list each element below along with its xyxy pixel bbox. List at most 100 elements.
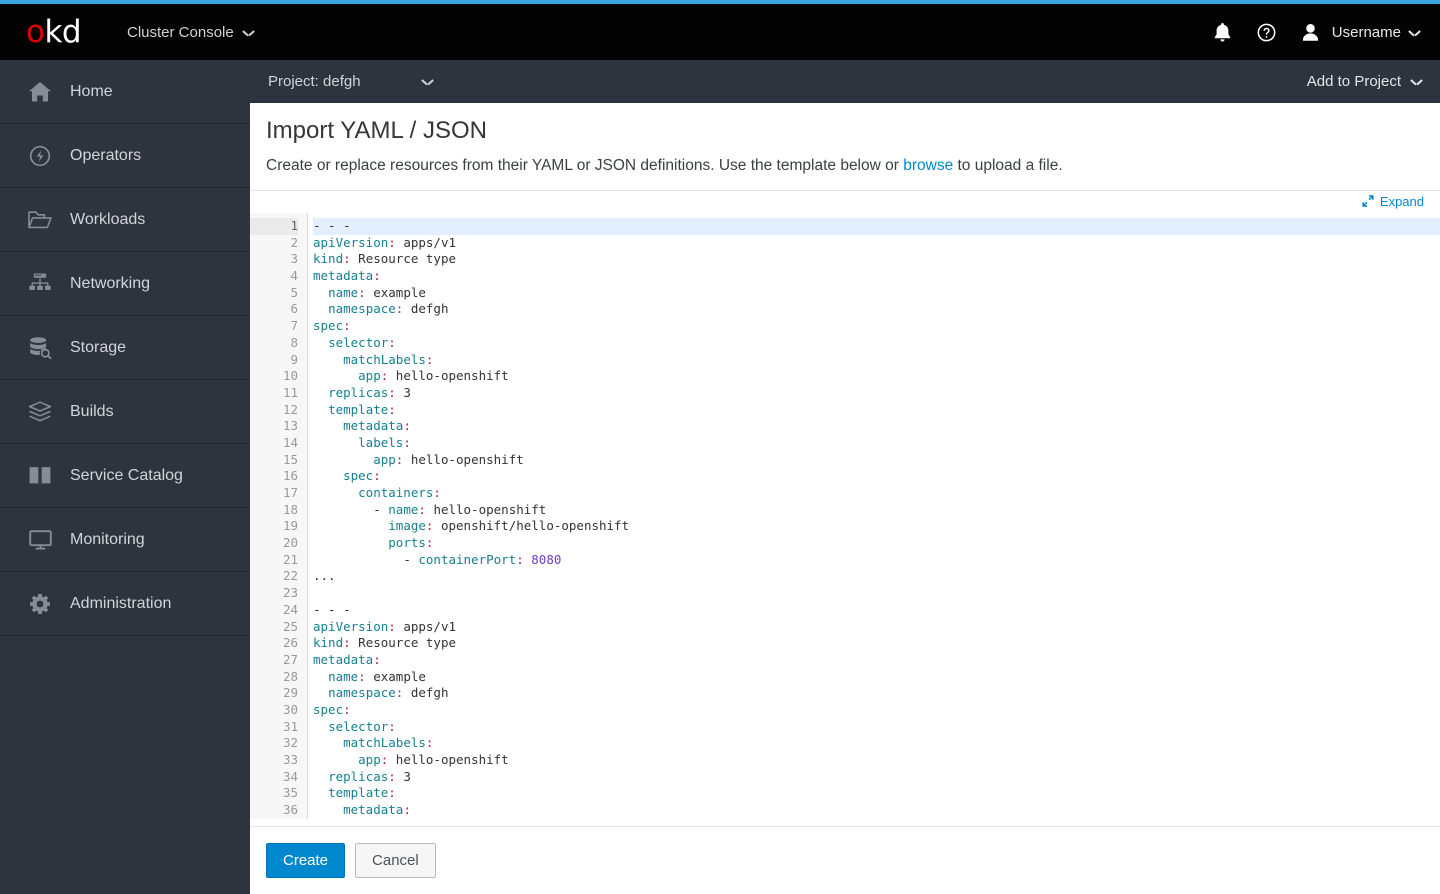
- line-number: 9: [290, 351, 298, 367]
- help-circle-icon[interactable]: [1256, 21, 1278, 43]
- code-line: spec:: [313, 701, 351, 717]
- folder-icon: [25, 207, 55, 233]
- code-line: replicas: 3: [328, 768, 411, 784]
- chevron-down-icon: [1409, 29, 1420, 36]
- line-number: 6: [290, 301, 298, 317]
- line-number: 7: [290, 318, 298, 334]
- sidebar-item-home[interactable]: Home: [0, 60, 250, 124]
- line-number: 8: [290, 334, 298, 350]
- chevron-down-icon: [422, 78, 433, 85]
- console-switcher-label: Cluster Console: [127, 23, 234, 41]
- line-number: 12: [282, 401, 298, 417]
- sidebar-item-label: Networking: [70, 274, 151, 292]
- user-menu[interactable]: Username: [1300, 21, 1420, 43]
- project-selector[interactable]: Project: defgh: [268, 73, 443, 90]
- sidebar-item-builds[interactable]: Builds: [0, 380, 250, 444]
- sidebar-item-networking[interactable]: Networking: [0, 252, 250, 316]
- description-text-after: to upload a file.: [953, 156, 1063, 174]
- line-number: 18: [282, 501, 298, 517]
- line-number: 29: [282, 685, 298, 701]
- sidebar-item-label: Operators: [70, 146, 142, 164]
- sidebar-item-label: Storage: [70, 338, 127, 356]
- add-to-project-label: Add to Project: [1306, 73, 1401, 90]
- expand-arrows-icon: [1362, 195, 1374, 208]
- code-line: template:: [328, 401, 396, 417]
- line-number: 27: [282, 651, 298, 667]
- code-line: app: hello-openshift: [358, 752, 509, 767]
- database-search-icon: [25, 335, 55, 361]
- gear-icon: [25, 591, 55, 617]
- code-line: - - -: [313, 218, 1440, 235]
- sidebar-item-administration[interactable]: Administration: [0, 572, 250, 636]
- chevron-down-icon: [1411, 78, 1422, 85]
- editor-code-area[interactable]: - - - apiVersion: apps/v1 kind: Resource t…: [308, 213, 1440, 819]
- browse-link[interactable]: browse: [903, 157, 953, 174]
- line-number: 26: [282, 635, 298, 651]
- line-number: 36: [282, 802, 298, 818]
- sidebar-item-storage[interactable]: Storage: [0, 316, 250, 380]
- logo-letters-kd: kd: [44, 13, 82, 50]
- chevron-down-icon: [243, 29, 254, 36]
- code-line: - - -: [313, 601, 351, 617]
- create-button[interactable]: Create: [266, 843, 346, 878]
- masthead-actions: Username: [1212, 21, 1420, 43]
- add-to-project-menu[interactable]: Add to Project: [1307, 73, 1422, 90]
- line-number: 5: [290, 284, 298, 300]
- code-line: template:: [328, 785, 396, 801]
- description-text-before: Create or replace resources from their Y…: [266, 156, 904, 174]
- code-line: ...: [313, 568, 336, 584]
- yaml-editor[interactable]: 1 2 3 4 5 6 7 8 9 10 11 12 13 14 15 16 17 18 19 20 21 22 23 24 2…: [250, 212, 1440, 826]
- code-line: namespace: defgh: [328, 685, 449, 701]
- line-number: 1: [250, 218, 298, 235]
- panel-header: Import YAML / JSON Create or replace res…: [250, 103, 1440, 190]
- project-selector-label: Project: defgh: [268, 73, 361, 90]
- sidebar-item-monitoring[interactable]: Monitoring: [0, 508, 250, 572]
- code-line: containers:: [358, 485, 441, 500]
- console-switcher[interactable]: Cluster Console: [127, 24, 254, 41]
- page-title: Import YAML / JSON: [266, 117, 487, 144]
- code-line: metadata:: [343, 418, 411, 434]
- code-line: matchLabels:: [343, 351, 434, 367]
- line-number: 32: [282, 735, 298, 751]
- line-number: 16: [282, 468, 298, 484]
- line-number: 4: [290, 268, 298, 284]
- code-line: - containerPort: 8080: [403, 551, 562, 567]
- panel-footer: Create Cancel: [250, 826, 1440, 894]
- code-line: - name: hello-openshift: [373, 501, 547, 517]
- code-line: labels:: [358, 434, 411, 450]
- network-icon: [25, 271, 55, 297]
- sidebar-item-service-catalog[interactable]: Service Catalog: [0, 444, 250, 508]
- cancel-button[interactable]: Cancel: [355, 843, 436, 878]
- line-number: 13: [282, 418, 298, 434]
- sidebar-nav: Home Operators Workloads Networking Stor…: [0, 60, 250, 894]
- line-number: 14: [282, 434, 298, 450]
- sidebar-item-operators[interactable]: Operators: [0, 124, 250, 188]
- code-line: app: hello-openshift: [373, 451, 524, 467]
- import-yaml-panel: Import YAML / JSON Create or replace res…: [250, 103, 1440, 894]
- code-line: name: example: [328, 284, 426, 300]
- sidebar-item-workloads[interactable]: Workloads: [0, 188, 250, 252]
- monitor-icon: [25, 527, 55, 553]
- line-number: 20: [282, 535, 298, 551]
- line-number: 23: [282, 585, 298, 601]
- line-number: 21: [282, 551, 298, 567]
- console-page: okd Cluster Console Username Home Operat…: [0, 0, 1440, 894]
- layers-icon: [25, 399, 55, 425]
- line-number: 2: [290, 234, 298, 250]
- bell-icon[interactable]: [1212, 21, 1234, 43]
- line-number: 24: [282, 601, 298, 617]
- sidebar-item-label: Home: [70, 82, 113, 100]
- sidebar-item-label: Service Catalog: [70, 466, 183, 484]
- operators-icon: [25, 143, 55, 169]
- code-line: kind: Resource type: [313, 635, 457, 651]
- okd-logo[interactable]: okd: [26, 13, 100, 50]
- top-accent-bar: [0, 0, 1440, 4]
- line-number: 10: [282, 368, 298, 384]
- code-line: namespace: defgh: [328, 301, 449, 317]
- line-number: 31: [282, 718, 298, 734]
- line-number: 33: [282, 752, 298, 767]
- expand-editor-button[interactable]: Expand: [1362, 194, 1424, 209]
- book-icon: [25, 463, 55, 489]
- code-line: app: hello-openshift: [358, 368, 509, 384]
- line-number: 34: [282, 768, 298, 784]
